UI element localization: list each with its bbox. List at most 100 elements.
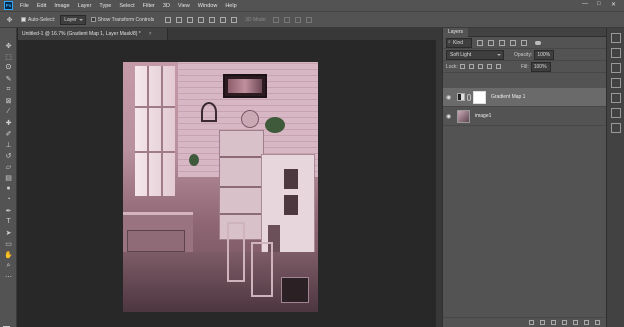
opacity-field[interactable]: 100%	[534, 49, 555, 60]
brush-tool-icon[interactable]: ✐	[3, 128, 14, 139]
pixel-filter-icon[interactable]	[477, 39, 484, 46]
move-tool-icon[interactable]: ✥	[3, 40, 14, 51]
visibility-eye-icon[interactable]: ◉	[446, 113, 454, 120]
lock-image-icon[interactable]	[468, 64, 474, 69]
color-panel-icon[interactable]	[610, 33, 621, 43]
type-tool-icon[interactable]: T	[3, 216, 14, 227]
history-brush-tool-icon[interactable]: ↺	[3, 150, 14, 161]
menu-file[interactable]: File	[16, 3, 33, 9]
blend-mode-dropdown[interactable]: Soft Light	[446, 49, 504, 60]
frame-tool-icon[interactable]: ⊠	[3, 95, 14, 106]
lasso-tool-icon[interactable]: ʘ	[3, 62, 14, 73]
maximize-button[interactable]: □	[597, 1, 601, 7]
lock-artboard-icon[interactable]	[486, 64, 492, 69]
eraser-tool-icon[interactable]: ▱	[3, 161, 14, 172]
new-adjustment-icon[interactable]	[562, 320, 567, 325]
kind-filter-dropdown[interactable]: Kind	[446, 37, 473, 48]
type-filter-icon[interactable]	[499, 39, 506, 46]
marquee-tool-icon[interactable]: ⬚	[3, 51, 14, 62]
auto-select-dropdown[interactable]: Layer	[60, 14, 86, 25]
zoom-tool-icon[interactable]: ⌕	[3, 260, 14, 271]
paths-panel-icon[interactable]	[610, 123, 621, 133]
3d-roll-icon[interactable]	[283, 16, 290, 23]
blur-tool-icon[interactable]: ●	[3, 183, 14, 194]
adjustment-filter-icon[interactable]	[488, 39, 495, 46]
align-left-icon[interactable]	[198, 16, 205, 23]
align-center-icon[interactable]	[209, 16, 216, 23]
3d-pan-icon[interactable]	[294, 16, 301, 23]
healing-brush-tool-icon[interactable]: ✚	[3, 117, 14, 128]
pen-tool-icon[interactable]: ✒	[3, 205, 14, 216]
channels-panel-icon[interactable]	[610, 108, 621, 118]
menu-type[interactable]: Type	[95, 3, 115, 9]
menu-layer[interactable]: Layer	[74, 3, 96, 9]
rectangle-tool-icon[interactable]: ▭	[3, 238, 14, 249]
menu-3d[interactable]: 3D	[159, 3, 174, 9]
menu-help[interactable]: Help	[221, 3, 240, 9]
path-selection-tool-icon[interactable]: ➤	[3, 227, 14, 238]
libraries-panel-icon[interactable]	[610, 93, 621, 103]
visibility-eye-icon[interactable]: ◉	[446, 94, 454, 101]
menu-view[interactable]: View	[174, 3, 194, 9]
link-layers-icon[interactable]	[529, 320, 534, 325]
quick-select-tool-icon[interactable]: ✎	[3, 73, 14, 84]
dodge-tool-icon[interactable]: ◔	[3, 194, 14, 205]
fill-field[interactable]: 100%	[530, 61, 551, 72]
distribute-icon[interactable]	[231, 16, 238, 23]
close-document-icon[interactable]: ×	[149, 31, 152, 37]
mask-link-icon[interactable]	[467, 93, 471, 101]
delete-layer-icon[interactable]	[595, 320, 600, 325]
clone-stamp-tool-icon[interactable]: ⊥	[3, 139, 14, 150]
align-bottom-icon[interactable]	[187, 16, 194, 23]
menu-select[interactable]: Select	[115, 3, 138, 9]
auto-select-checkbox[interactable]	[21, 17, 26, 22]
layers-panel: Layers Kind Soft Light Opacity: 100% Loc…	[442, 28, 606, 327]
smart-object-filter-icon[interactable]	[521, 39, 528, 46]
eyedropper-tool-icon[interactable]: ⁄	[3, 106, 14, 117]
filter-toggle-icon[interactable]	[535, 40, 542, 45]
align-middle-icon[interactable]	[176, 16, 183, 23]
menu-edit[interactable]: Edit	[33, 3, 50, 9]
layer-mask-thumbnail[interactable]	[473, 90, 486, 104]
align-top-icon[interactable]	[165, 16, 172, 23]
more-tools-icon[interactable]: ⋯	[3, 271, 14, 282]
move-tool-preset-icon[interactable]: ✥	[4, 14, 15, 25]
3d-slide-icon[interactable]	[305, 16, 312, 23]
minimize-button[interactable]: —	[582, 1, 588, 7]
lock-position-icon[interactable]	[477, 64, 483, 69]
canvas-image[interactable]	[123, 62, 318, 312]
close-window-button[interactable]: ✕	[611, 1, 616, 8]
lock-transparent-icon[interactable]	[459, 64, 465, 69]
align-right-icon[interactable]	[220, 16, 227, 23]
crop-tool-icon[interactable]: ⌗	[3, 84, 14, 95]
layer-style-icon[interactable]	[540, 320, 545, 325]
swatches-panel-icon[interactable]	[610, 48, 621, 58]
new-group-icon[interactable]	[573, 320, 578, 325]
menu-filter[interactable]: Filter	[139, 3, 159, 9]
framed-painting	[223, 74, 267, 98]
show-transform-label: Show Transform Controls	[97, 16, 155, 23]
auto-select-option[interactable]: Auto-Select:	[21, 17, 55, 23]
blend-row: Soft Light Opacity: 100%	[443, 49, 606, 61]
menu-bar: Ps File Edit Image Layer Type Select Fil…	[0, 0, 624, 11]
layer-name[interactable]: Gradient Map 1	[491, 94, 525, 100]
crate	[127, 230, 185, 252]
layer-name[interactable]: image1	[475, 113, 491, 119]
show-transform-checkbox[interactable]	[90, 17, 96, 22]
show-transform-option[interactable]: Show Transform Controls	[90, 16, 155, 23]
shape-filter-icon[interactable]	[510, 39, 517, 46]
menu-image[interactable]: Image	[50, 3, 73, 9]
adjustments-panel-icon[interactable]	[610, 63, 621, 73]
lock-all-icon[interactable]	[495, 64, 501, 69]
properties-panel-icon[interactable]	[610, 78, 621, 88]
tab-layers[interactable]: Layers	[443, 28, 469, 37]
new-layer-icon[interactable]	[584, 320, 589, 325]
gradient-tool-icon[interactable]: ▤	[3, 172, 14, 183]
document-tab[interactable]: Untitled-1 @ 16.7% (Gradient Map 1, Laye…	[18, 28, 168, 40]
add-mask-icon[interactable]	[551, 320, 556, 325]
menu-window[interactable]: Window	[194, 3, 222, 9]
hand-tool-icon[interactable]: ✋	[3, 249, 14, 260]
layer-image1[interactable]: ◉ image1	[443, 107, 606, 126]
3d-orbit-icon[interactable]	[272, 16, 279, 23]
layer-gradient-map[interactable]: ◉ Gradient Map 1	[443, 88, 606, 107]
